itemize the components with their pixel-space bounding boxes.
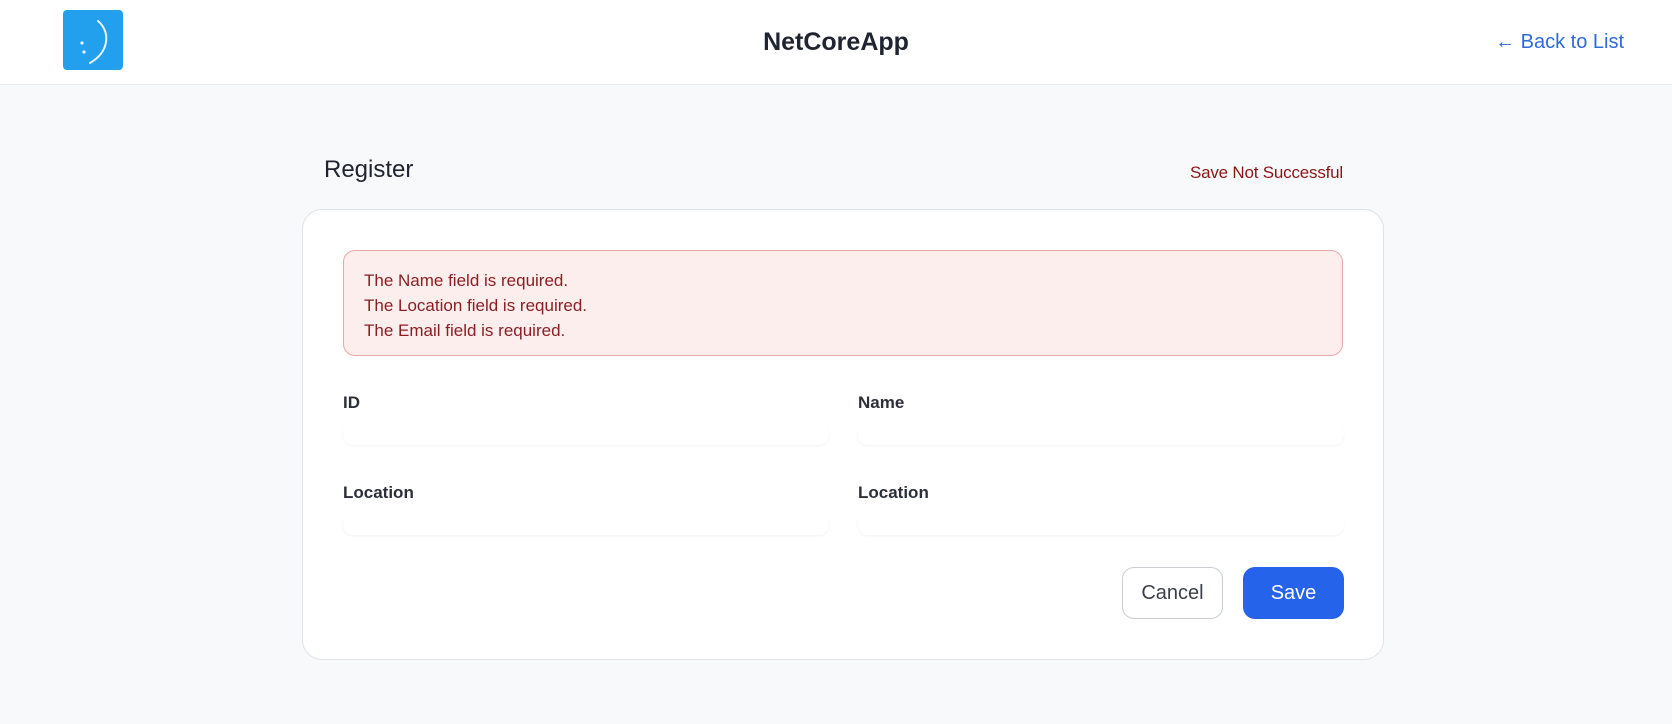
id-field-group: ID — [343, 391, 829, 445]
cancel-button[interactable]: Cancel — [1122, 567, 1223, 619]
validation-summary: The Name field is required. The Location… — [343, 250, 1343, 356]
app-title: NetCoreApp — [763, 28, 909, 56]
id-input[interactable] — [343, 423, 829, 445]
validation-error: The Email field is required. — [364, 321, 566, 340]
save-status-message: Save Not Successful — [1189, 163, 1343, 182]
page-title: Register — [324, 156, 414, 183]
location-field-group-2: Location — [858, 481, 1344, 535]
name-field-group: Name — [858, 391, 1344, 445]
name-label: Name — [858, 393, 905, 412]
location-label-2: Location — [858, 483, 929, 502]
top-navbar: NetCoreApp ← Back to List — [0, 0, 1672, 85]
location-input-2[interactable] — [858, 513, 1344, 535]
validation-error: The Name field is required. — [364, 271, 569, 290]
location-field-group: Location — [343, 481, 829, 535]
back-to-list-link[interactable]: ← Back to List — [1495, 0, 1624, 84]
smiley-face-icon — [80, 20, 108, 64]
app-logo[interactable] — [63, 10, 123, 70]
location-input[interactable] — [343, 513, 829, 535]
save-button[interactable]: Save — [1243, 567, 1344, 619]
location-label: Location — [343, 483, 414, 502]
register-form-card: The Name field is required. The Location… — [302, 209, 1384, 660]
id-label: ID — [343, 393, 360, 412]
name-input[interactable] — [858, 423, 1344, 445]
validation-error: The Location field is required. — [364, 296, 588, 315]
